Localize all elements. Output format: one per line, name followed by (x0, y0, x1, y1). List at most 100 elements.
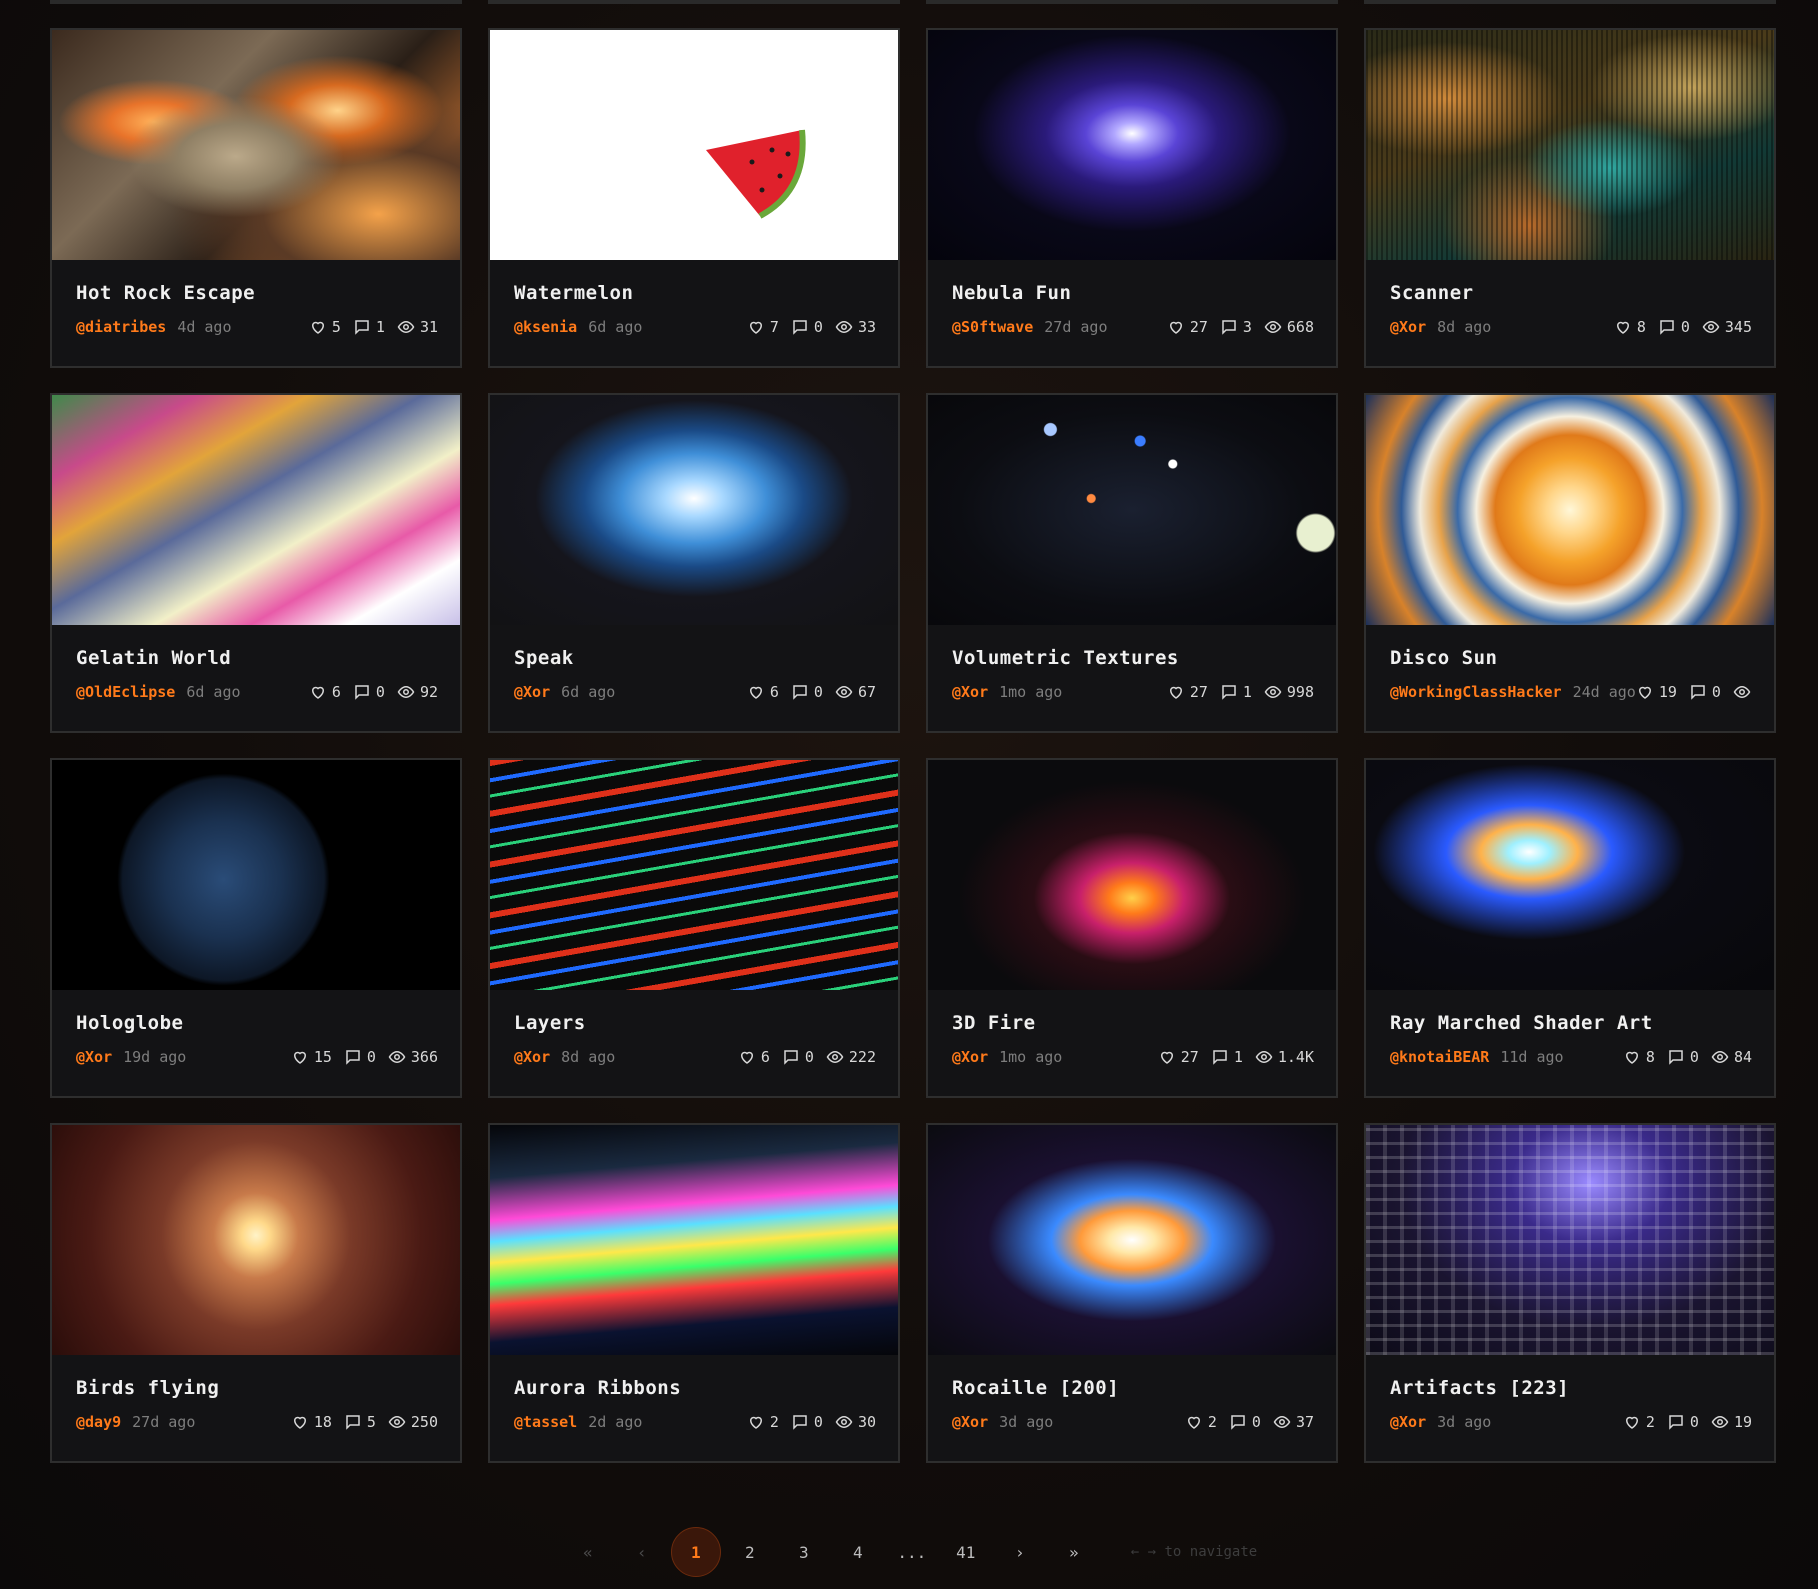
scanner-thumbnail[interactable] (1366, 30, 1774, 260)
nebula-fun-thumbnail[interactable] (928, 30, 1336, 260)
shader-card[interactable]: Artifacts [223] @Xor 3d ago 2 0 19 (1364, 1123, 1776, 1463)
page-41-button[interactable]: 41 (939, 1527, 993, 1577)
shader-title[interactable]: Volumetric Textures (952, 647, 1314, 669)
shader-card[interactable]: Rocaille [200] @Xor 3d ago 2 0 37 (926, 1123, 1338, 1463)
author-link[interactable]: @day9 (76, 1413, 121, 1431)
shader-card[interactable]: Disco Sun @WorkingClassHacker 24d ago 19… (1364, 393, 1776, 733)
shader-card[interactable]: Hologlobe @Xor 19d ago 15 0 366 (50, 758, 462, 1098)
disco-sun-thumbnail[interactable] (1366, 395, 1774, 625)
author-link[interactable]: @OldEclipse (76, 683, 175, 701)
shader-card[interactable]: 3D Fire @Xor 1mo ago 27 1 1.4K (926, 758, 1338, 1098)
aurora-ribbons-thumbnail[interactable] (490, 1125, 898, 1355)
last-page-button[interactable]: » (1047, 1527, 1101, 1577)
shader-title[interactable]: Gelatin World (76, 647, 438, 669)
author-link[interactable]: @Xor (1390, 1413, 1426, 1431)
view-count: 33 (857, 318, 876, 336)
page-2-button[interactable]: 2 (723, 1527, 777, 1577)
shader-title[interactable]: Hologlobe (76, 1012, 438, 1034)
time-ago: 4d ago (177, 318, 232, 336)
eye-icon (397, 685, 415, 699)
comment-count: 1 (1233, 1048, 1243, 1066)
eye-icon (1733, 685, 1751, 699)
shader-title[interactable]: Ray Marched Shader Art (1390, 1012, 1752, 1034)
author-link[interactable]: @Xor (514, 1048, 550, 1066)
shader-card[interactable]: Nebula Fun @S0ftwave 27d ago 27 3 668 (926, 28, 1338, 368)
shader-card[interactable]: Layers @Xor 8d ago 6 0 222 (488, 758, 900, 1098)
shader-card[interactable]: Gelatin World @OldEclipse 6d ago 6 0 92 (50, 393, 462, 733)
gelatin-world-thumbnail[interactable] (52, 395, 460, 625)
heart-icon (749, 1416, 762, 1429)
ray-marched-shader-art-thumbnail[interactable] (1366, 760, 1774, 990)
heart-icon (293, 1051, 306, 1064)
author-link[interactable]: @diatribes (76, 318, 166, 336)
author-link[interactable]: @WorkingClassHacker (1390, 683, 1562, 701)
comment-icon (1669, 1415, 1683, 1430)
shader-title[interactable]: Nebula Fun (952, 282, 1314, 304)
author-link[interactable]: @Xor (952, 1048, 988, 1066)
shader-title[interactable]: Aurora Ribbons (514, 1377, 876, 1399)
author-link[interactable]: @knotaiBEAR (1390, 1048, 1489, 1066)
shader-card[interactable]: Hot Rock Escape @diatribes 4d ago 5 1 31 (50, 28, 462, 368)
birds-flying-thumbnail[interactable] (52, 1125, 460, 1355)
page-3-button[interactable]: 3 (777, 1527, 831, 1577)
3d-fire-thumbnail[interactable] (928, 760, 1336, 990)
view-count: 998 (1286, 683, 1314, 701)
shader-card[interactable]: Watermelon @ksenia 6d ago 7 0 33 (488, 28, 900, 368)
time-ago: 3d ago (999, 1413, 1054, 1431)
author-link[interactable]: @ksenia (514, 318, 577, 336)
current-page-number: 1 (670, 1527, 721, 1577)
artifacts-thumbnail[interactable] (1366, 1125, 1774, 1355)
hologlobe-thumbnail[interactable] (52, 760, 460, 990)
shader-title[interactable]: Watermelon (514, 282, 876, 304)
time-ago: 24d ago (1572, 683, 1636, 701)
view-count: 1.4K (1277, 1048, 1314, 1066)
author-link[interactable]: @S0ftwave (952, 318, 1033, 336)
author-link[interactable]: @Xor (76, 1048, 112, 1066)
view-count: 668 (1286, 318, 1314, 336)
shader-title[interactable]: Artifacts [223] (1390, 1377, 1752, 1399)
author-link[interactable]: @tassel (514, 1413, 577, 1431)
eye-icon (1264, 685, 1282, 699)
view-count: 37 (1295, 1413, 1314, 1431)
first-page-button[interactable]: « (561, 1527, 615, 1577)
keyboard-navigation-hint: ← → to navigate (1130, 1544, 1258, 1560)
shader-title[interactable]: Birds flying (76, 1377, 438, 1399)
page-1-button[interactable]: 1 (669, 1527, 723, 1577)
shader-card[interactable]: Birds flying @day9 27d ago 18 5 250 (50, 1123, 462, 1463)
author-link[interactable]: @Xor (952, 1413, 988, 1431)
comment-icon (1660, 320, 1674, 335)
shader-grid: Hot Rock Escape @diatribes 4d ago 5 1 31 (50, 28, 1776, 1463)
watermelon-thumbnail[interactable] (490, 30, 898, 260)
shader-card[interactable]: Scanner @Xor 8d ago 8 0 345 (1364, 28, 1776, 368)
shader-card[interactable]: Aurora Ribbons @tassel 2d ago 2 0 30 (488, 1123, 900, 1463)
shader-title[interactable]: Disco Sun (1390, 647, 1752, 669)
prev-page-button[interactable]: ‹ (615, 1527, 669, 1577)
hot-rock-escape-thumbnail[interactable] (52, 30, 460, 260)
shader-title[interactable]: Rocaille [200] (952, 1377, 1314, 1399)
shader-title[interactable]: Hot Rock Escape (76, 282, 438, 304)
shader-title[interactable]: 3D Fire (952, 1012, 1314, 1034)
page-4-button[interactable]: 4 (831, 1527, 885, 1577)
shader-card[interactable]: Speak @Xor 6d ago 6 0 67 (488, 393, 900, 733)
shader-card[interactable]: Ray Marched Shader Art @knotaiBEAR 11d a… (1364, 758, 1776, 1098)
speak-thumbnail[interactable] (490, 395, 898, 625)
rocaille-thumbnail[interactable] (928, 1125, 1336, 1355)
author-link[interactable]: @Xor (514, 683, 550, 701)
volumetric-textures-thumbnail[interactable] (928, 395, 1336, 625)
next-page-button[interactable]: › (993, 1527, 1047, 1577)
shader-title[interactable]: Speak (514, 647, 876, 669)
layers-thumbnail[interactable] (490, 760, 898, 990)
shader-title[interactable]: Scanner (1390, 282, 1752, 304)
view-count: 366 (410, 1048, 438, 1066)
eye-icon (1273, 1415, 1291, 1429)
author-link[interactable]: @Xor (952, 683, 988, 701)
like-count: 18 (313, 1413, 332, 1431)
shader-title[interactable]: Layers (514, 1012, 876, 1034)
comment-count: 1 (1242, 683, 1252, 701)
shader-card[interactable]: Volumetric Textures @Xor 1mo ago 27 1 99… (926, 393, 1338, 733)
like-count: 2 (769, 1413, 779, 1431)
eye-icon (835, 685, 853, 699)
author-link[interactable]: @Xor (1390, 318, 1426, 336)
heart-icon (1169, 321, 1182, 334)
heart-icon (749, 321, 762, 334)
